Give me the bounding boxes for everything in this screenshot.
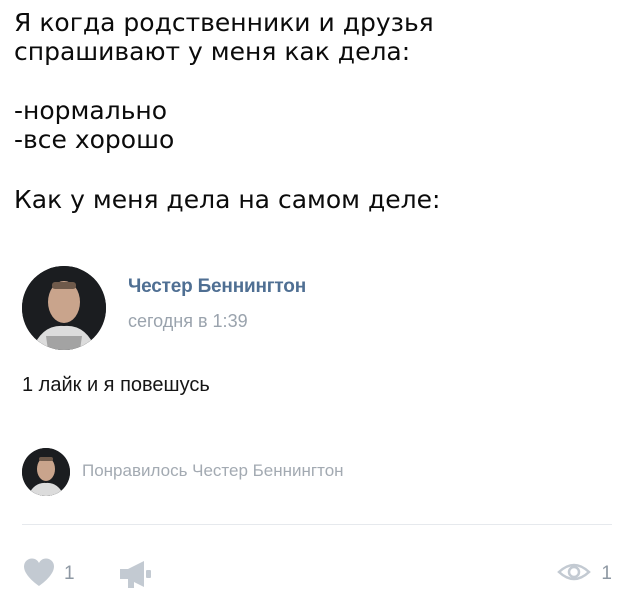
post-header: Честер Беннингтон сегодня в 1:39 bbox=[22, 266, 622, 356]
like-count: 1 bbox=[64, 563, 75, 584]
caption-line-5: Как у меня дела на самом деле: bbox=[14, 185, 441, 214]
caption-line-3: -нормально bbox=[14, 96, 168, 125]
post-timestamp[interactable]: сегодня в 1:39 bbox=[128, 311, 248, 332]
post-text: 1 лайк и я повешусь bbox=[22, 374, 210, 396]
caption-line-1: Я когда родственники и друзья bbox=[14, 8, 434, 37]
author-avatar[interactable] bbox=[22, 266, 106, 350]
meme-caption: Я когда родственники и друзья спрашивают… bbox=[14, 8, 624, 214]
post-divider bbox=[22, 524, 612, 525]
views-count: 1 bbox=[601, 563, 612, 584]
author-name-link[interactable]: Честер Беннингтон bbox=[128, 276, 306, 298]
heart-icon bbox=[22, 557, 56, 592]
like-button[interactable]: 1 bbox=[22, 556, 75, 592]
post-actions: 1 1 bbox=[22, 556, 612, 596]
share-button[interactable] bbox=[116, 558, 154, 595]
views-indicator: 1 bbox=[557, 556, 612, 592]
liked-by-row[interactable]: Понравилось Честер Беннингтон bbox=[22, 448, 622, 500]
eye-icon bbox=[557, 560, 592, 589]
caption-line-4: -все хорошо bbox=[14, 125, 175, 154]
vk-post-card: Честер Беннингтон сегодня в 1:39 1 лайк … bbox=[0, 244, 640, 614]
megaphone-icon bbox=[116, 561, 154, 594]
liked-by-text[interactable]: Понравилось Честер Беннингтон bbox=[82, 461, 344, 481]
liked-by-avatar[interactable] bbox=[22, 448, 70, 496]
caption-line-2: спрашивают у меня как дела: bbox=[14, 37, 411, 66]
